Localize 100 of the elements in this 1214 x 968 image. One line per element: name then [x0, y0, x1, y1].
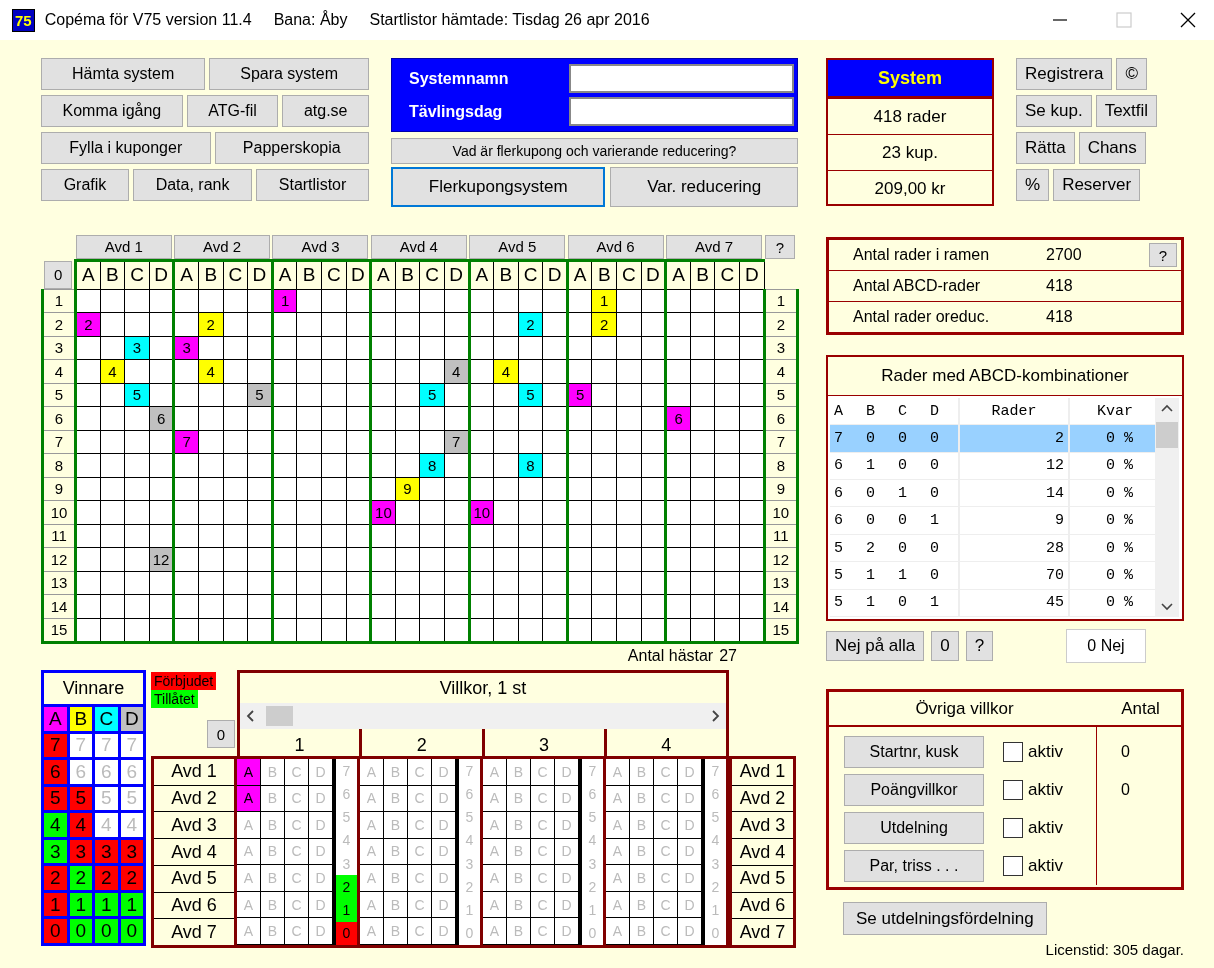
letter-toggle[interactable]: D [678, 891, 702, 919]
letter-toggle[interactable]: A [606, 838, 630, 866]
letter-toggle[interactable]: B [630, 812, 654, 839]
letter-toggle[interactable]: A [360, 838, 384, 866]
checkbox-label[interactable]: aktiv [1028, 780, 1063, 800]
winner-count[interactable]: 1 [120, 892, 143, 917]
grid-cell[interactable] [469, 406, 494, 430]
winner-count[interactable]: 6 [95, 760, 118, 784]
grid-cell[interactable] [173, 477, 199, 501]
winner-count[interactable]: 0 [44, 919, 67, 943]
table-cell[interactable]: 0 [862, 506, 894, 535]
winner-count[interactable]: 6 [44, 760, 67, 784]
letter-toggle[interactable]: D [432, 759, 456, 786]
winner-count[interactable]: 4 [69, 813, 92, 837]
table-cell[interactable]: 1 [926, 589, 959, 617]
letter-toggle[interactable]: C [654, 891, 678, 919]
grid-cell[interactable] [469, 336, 494, 360]
payout-button[interactable]: Se utdelningsfördelning [843, 902, 1047, 935]
division-button[interactable]: Avd 5 [469, 234, 566, 259]
letter-toggle[interactable]: C [654, 865, 678, 892]
winner-count[interactable]: 5 [95, 786, 118, 811]
grid-cell[interactable] [665, 430, 691, 454]
table-cell[interactable]: 0 [894, 506, 926, 535]
input-field[interactable] [569, 64, 794, 93]
letter-toggle[interactable]: B [261, 812, 285, 839]
grid-cell[interactable] [469, 430, 494, 454]
table-cell[interactable]: 2 [862, 534, 894, 562]
grid-cell[interactable] [173, 453, 199, 477]
letter-toggle[interactable]: B [261, 891, 285, 919]
table-cell[interactable]: 0 [926, 452, 959, 480]
toolbar-button[interactable]: Fylla i kuponger [41, 132, 211, 164]
combo-button[interactable]: ? [965, 631, 994, 661]
letter-toggle[interactable]: A [483, 865, 507, 892]
letter-toggle[interactable]: B [384, 865, 408, 892]
letter-toggle[interactable]: B [384, 785, 408, 813]
letter-toggle[interactable]: C [531, 918, 555, 945]
grid-cell[interactable] [469, 524, 494, 548]
letter-toggle[interactable]: D [309, 785, 333, 813]
table-cell[interactable]: 0 % [1069, 424, 1155, 453]
toolbar-button[interactable]: Data, rank [133, 169, 253, 201]
grid-cell[interactable] [469, 312, 494, 336]
letter-toggle[interactable]: D [555, 891, 579, 919]
grid-cell[interactable] [272, 547, 297, 571]
side-button[interactable]: Rätta [1016, 132, 1075, 164]
grid-cell[interactable] [469, 547, 494, 571]
grid-cell[interactable] [665, 524, 691, 548]
table-cell[interactable]: 1 [862, 561, 894, 590]
letter-toggle[interactable]: A [237, 759, 261, 786]
table-cell[interactable]: 0 [926, 479, 959, 507]
table-cell[interactable]: 0 [894, 534, 926, 562]
toolbar-button[interactable]: ATG-fil [186, 95, 279, 127]
winner-count[interactable]: 4 [95, 813, 118, 837]
letter-toggle[interactable]: A [360, 759, 384, 786]
grid-cell[interactable] [272, 430, 297, 454]
letter-toggle[interactable]: D [432, 891, 456, 919]
grid-cell[interactable] [370, 289, 396, 313]
letter-toggle[interactable]: B [384, 759, 408, 786]
letter-toggle[interactable]: B [630, 759, 654, 786]
letter-toggle[interactable]: C [531, 838, 555, 866]
grid-cell[interactable] [567, 406, 592, 430]
grid-cell[interactable] [272, 500, 297, 524]
grid-cell[interactable] [272, 359, 297, 383]
division-button[interactable]: Avd 4 [370, 234, 467, 259]
letter-toggle[interactable]: D [678, 918, 702, 945]
letter-toggle[interactable]: A [483, 812, 507, 839]
letter-toggle[interactable]: A [360, 785, 384, 813]
winner-count[interactable]: 0 [120, 919, 143, 943]
winner-count[interactable]: 2 [120, 866, 143, 890]
letter-toggle[interactable]: D [309, 865, 333, 892]
grid-cell[interactable] [567, 477, 592, 501]
grid-cell[interactable] [665, 289, 691, 313]
letter-toggle[interactable]: B [630, 865, 654, 892]
winner-count[interactable]: 3 [69, 839, 92, 864]
letter-toggle[interactable]: B [261, 838, 285, 866]
letter-toggle[interactable]: A [360, 865, 384, 892]
table-cell[interactable]: 0 [862, 424, 894, 453]
grid-cell[interactable] [665, 453, 691, 477]
table-cell[interactable]: 1 [894, 561, 926, 590]
horse-mark[interactable]: 7 [173, 430, 199, 454]
letter-toggle[interactable]: B [261, 785, 285, 813]
grid-cell[interactable] [469, 571, 494, 595]
letter-toggle[interactable]: A [606, 865, 630, 892]
letter-toggle[interactable]: C [408, 838, 432, 866]
letter-toggle[interactable]: B [507, 812, 531, 839]
letter-toggle[interactable]: A [237, 918, 261, 945]
letter-toggle[interactable]: A [483, 785, 507, 813]
letter-toggle[interactable]: A [483, 838, 507, 866]
winner-count[interactable]: 3 [120, 839, 143, 864]
grid-cell[interactable] [272, 383, 297, 407]
letter-toggle[interactable]: C [654, 785, 678, 813]
letter-toggle[interactable]: D [555, 865, 579, 892]
grid-cell[interactable] [173, 359, 199, 383]
letter-toggle[interactable]: B [507, 785, 531, 813]
division-button[interactable]: Avd 7 [665, 234, 762, 259]
letter-toggle[interactable]: C [531, 812, 555, 839]
scroll-thumb[interactable] [266, 706, 293, 726]
grid-cell[interactable] [469, 594, 494, 618]
grid-cell[interactable] [469, 383, 494, 407]
letter-toggle[interactable]: C [408, 759, 432, 786]
letter-toggle[interactable]: C [408, 812, 432, 839]
